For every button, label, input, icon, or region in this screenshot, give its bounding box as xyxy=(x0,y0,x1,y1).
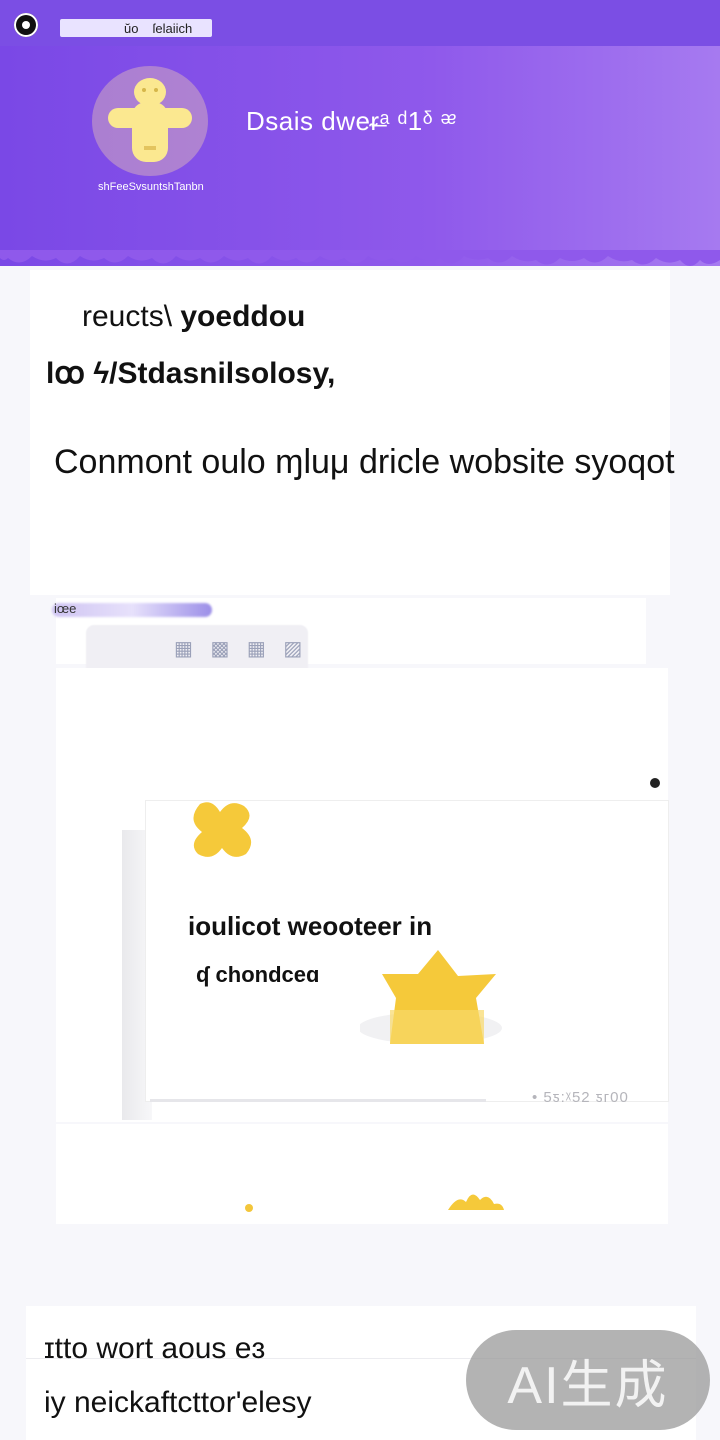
yellow-blob-icon xyxy=(193,802,252,857)
intro-line-1-regular: reucts\ xyxy=(82,300,181,333)
ai-generated-badge: AI生成 xyxy=(466,1330,710,1430)
panel-icons: ▦ ▩ ▦ ▨ xyxy=(174,638,309,660)
feature-title: ioulicot weooteer in xyxy=(188,911,433,941)
hero-title: Dsais dwe⁠ᵲ̶ᵃ ᵈ1ᵟ ᵆ xyxy=(246,106,457,136)
feature-meta: • 5ƽ:ᵡ52 ƽᴦ00 xyxy=(532,1089,629,1106)
mascot-icon xyxy=(108,78,192,162)
small-star-icon xyxy=(448,1194,504,1210)
feature-card-divider xyxy=(150,1099,486,1102)
more-dot-icon[interactable] xyxy=(650,778,660,788)
top-tab-strip[interactable]: ŭo ſelaiich xyxy=(60,19,212,37)
top-tab-2[interactable]: ſelaiich xyxy=(152,21,192,36)
star-icon xyxy=(360,950,502,1044)
mid-tag-label: iœe xyxy=(54,601,77,616)
bottom-line-2: iy neickaftcttor'elesy xyxy=(44,1386,312,1419)
bottom-line-1: ɪtto wort aous eɜ xyxy=(44,1332,266,1365)
profile-icon[interactable] xyxy=(14,13,38,37)
mascot-caption: shFeeSvsuntshTanbn xyxy=(98,181,204,193)
top-tab-1[interactable]: ŭo xyxy=(124,21,138,36)
intro-line-1: reucts\ yoeddou xyxy=(82,300,305,334)
yellow-dot-icon xyxy=(245,1204,253,1212)
app-screen: ŭo ſelaiich shFeeSvsuntshTanbn Dsais dwe… xyxy=(0,0,720,1440)
intro-line-3: Conmont oulo ɱluμ dricle wobsite syoqot xyxy=(54,443,675,481)
intro-line-1-bold: yoeddou xyxy=(180,300,306,333)
feature-subtitle: ʠ chondceɑ xyxy=(196,962,320,987)
spacer-card xyxy=(56,668,668,762)
intro-line-2: lꝏ ϟ/Stdasnilsolosy, xyxy=(46,357,336,390)
lower-card xyxy=(56,1124,668,1224)
